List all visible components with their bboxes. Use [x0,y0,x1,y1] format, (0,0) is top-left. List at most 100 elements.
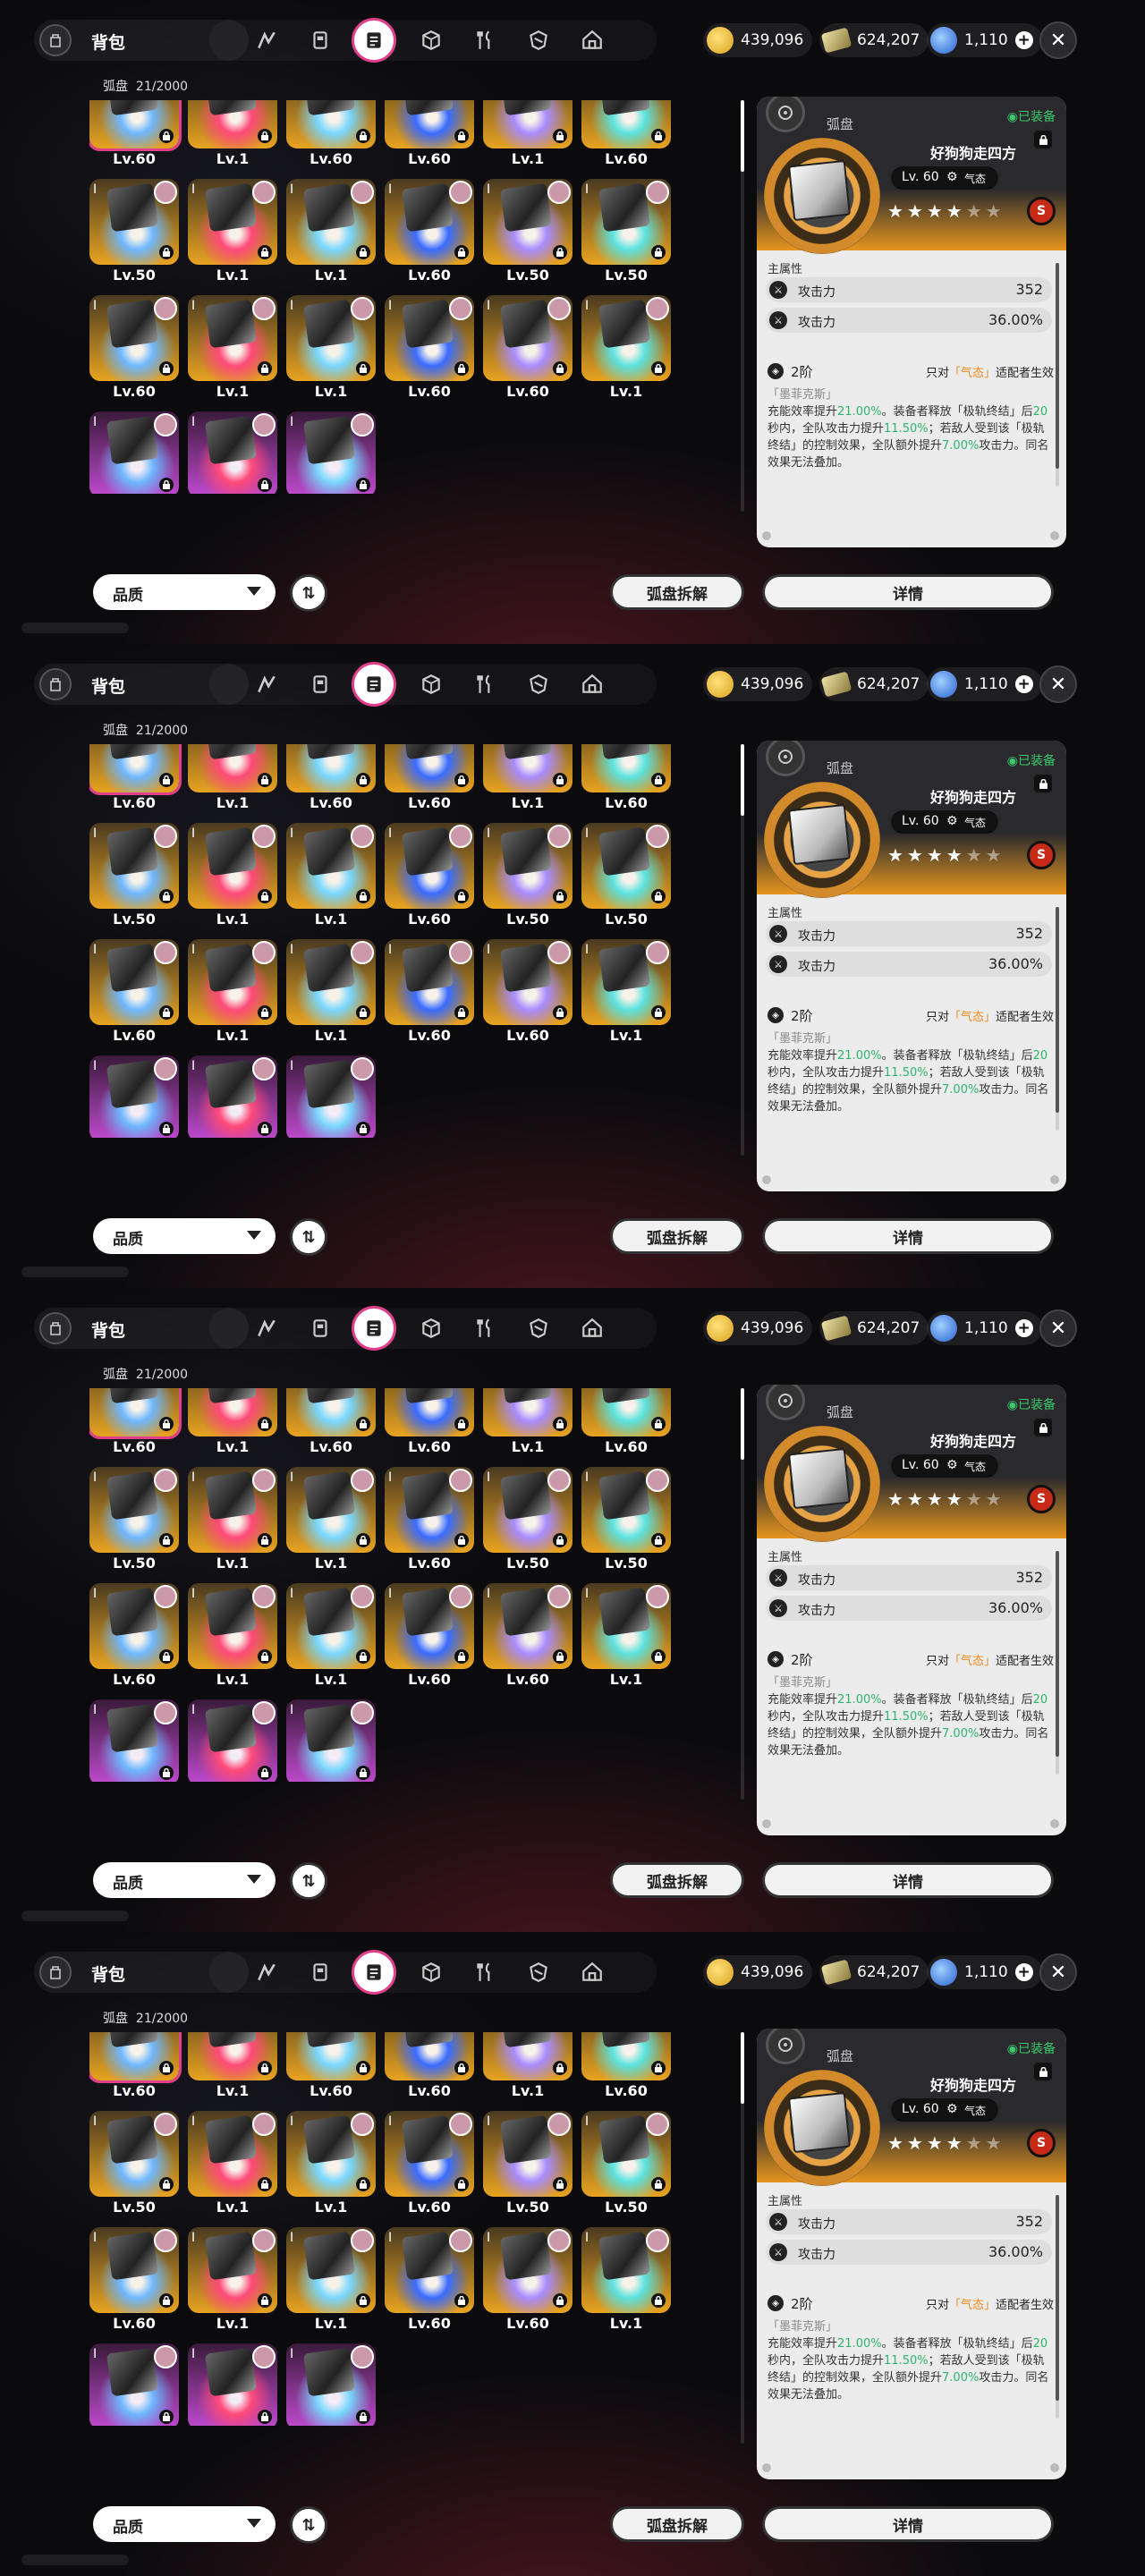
detail-scroll-thumb[interactable] [1056,907,1059,1113]
tab-material[interactable] [415,24,447,56]
tab-agent[interactable] [250,24,283,56]
detail-scroll-thumb[interactable] [1056,263,1059,469]
tab-w-engine[interactable] [304,668,336,700]
tab-drive-disc[interactable] [352,18,396,63]
detail-button[interactable]: 详情 [762,1862,1054,1898]
grid-scroll-thumb[interactable] [741,744,744,816]
detail-button[interactable]: 详情 [762,574,1054,610]
disc-slot[interactable]: Lv.60 [89,744,182,814]
disc-slot[interactable]: Lv.1 [483,1388,572,1458]
disc-slot[interactable]: Lv.1 [188,100,277,170]
disc-slot[interactable]: Lv.1 [483,2032,572,2102]
tab-agent[interactable] [250,668,283,700]
grid-scrollbar[interactable] [741,100,744,512]
disc-slot[interactable]: Ⅰ Lv.60 [89,2227,179,2334]
close-button[interactable]: ✕ [1039,1953,1077,1991]
disc-slot[interactable]: Lv.60 [286,1388,376,1458]
disc-slot[interactable]: Ⅰ Lv.60 [385,179,474,286]
add-gem-button[interactable]: + [1014,1963,1033,1981]
grid-scroll-thumb[interactable] [741,2032,744,2104]
disc-slot[interactable]: Lv.1 [483,100,572,170]
disc-slot[interactable]: Ⅰ Lv.60 [385,1583,474,1690]
disc-slot[interactable]: Ⅰ Lv.1 [286,1583,376,1690]
disc-slot[interactable]: Ⅰ Lv.1 [188,939,277,1046]
disc-slot[interactable]: Ⅰ Lv.50 [483,823,572,930]
disc-slot[interactable]: Lv.60 [286,100,376,170]
disc-slot[interactable]: ⅠLv.18 [286,1055,376,1138]
disc-slot[interactable]: Ⅰ Lv.60 [89,295,179,402]
tab-drive-disc[interactable] [352,662,396,707]
sort-button[interactable]: ⇅ [290,2506,327,2544]
disc-slot[interactable]: Ⅰ Lv.50 [483,179,572,286]
disc-slot[interactable]: Ⅰ Lv.60 [483,295,572,402]
disc-slot[interactable]: Lv.1 [188,1388,277,1458]
close-button[interactable]: ✕ [1039,21,1077,59]
tab-gift[interactable] [522,668,555,700]
sort-button[interactable]: ⇅ [290,1218,327,1256]
sort-button[interactable]: ⇅ [290,1862,327,1900]
disc-slot[interactable]: ⅠLv.40 [188,2343,277,2426]
disc-slot[interactable]: Ⅰ Lv.60 [385,823,474,930]
grid-scrollbar[interactable] [741,1388,744,1800]
disc-slot[interactable]: Ⅰ Lv.1 [581,1583,671,1690]
tab-drive-disc[interactable] [352,1306,396,1351]
detail-scrollbar[interactable] [1056,907,1059,1131]
detail-button[interactable]: 详情 [762,1218,1054,1254]
disc-slot[interactable]: Ⅰ Lv.1 [581,295,671,402]
disc-slot[interactable]: Ⅰ Lv.1 [286,2227,376,2334]
tab-drive-disc[interactable] [352,1950,396,1995]
disc-slot[interactable]: Lv.60 [385,2032,474,2102]
disc-slot[interactable]: Ⅰ Lv.1 [188,295,277,402]
disc-slot[interactable]: Ⅰ Lv.50 [581,823,671,930]
quality-filter[interactable]: 品质 [93,2506,276,2542]
grid-scrollbar[interactable] [741,744,744,1156]
disc-slot[interactable]: Ⅰ Lv.60 [385,1467,474,1574]
tab-food[interactable] [469,24,501,56]
dismantle-button[interactable]: 弧盘拆解 [610,1218,744,1254]
disc-slot[interactable]: Ⅰ Lv.1 [188,1583,277,1690]
disc-slot[interactable]: Ⅰ Lv.60 [89,1583,179,1690]
detail-scroll-thumb[interactable] [1056,1551,1059,1757]
tab-home[interactable] [576,24,608,56]
disc-slot[interactable]: Lv.60 [89,1388,182,1458]
add-gem-button[interactable]: + [1014,31,1033,49]
disc-slot[interactable]: ⅠLv.40 [188,1699,277,1782]
disc-slot[interactable]: Ⅰ Lv.1 [286,2111,376,2218]
disc-slot[interactable]: Ⅰ Lv.50 [89,823,179,930]
quality-filter[interactable]: 品质 [93,574,276,610]
disc-slot[interactable]: Ⅰ Lv.50 [581,2111,671,2218]
disc-slot[interactable]: ⅠLv.30 [89,411,179,494]
disc-slot[interactable]: Lv.1 [188,2032,277,2102]
disc-slot[interactable]: Lv.1 [483,744,572,814]
disc-slot[interactable]: ⅠLv.40 [188,1055,277,1138]
close-button[interactable]: ✕ [1039,665,1077,703]
tab-home[interactable] [576,1312,608,1344]
disc-slot[interactable]: Lv.60 [581,2032,671,2102]
tab-gift[interactable] [522,1956,555,1988]
disc-slot[interactable]: Lv.60 [581,1388,671,1458]
disc-slot[interactable]: Ⅰ Lv.50 [581,1467,671,1574]
disc-slot[interactable]: Ⅰ Lv.60 [385,2111,474,2218]
disc-slot[interactable]: Lv.60 [581,100,671,170]
dismantle-button[interactable]: 弧盘拆解 [610,574,744,610]
tab-material[interactable] [415,668,447,700]
detail-button[interactable]: 详情 [762,2506,1054,2542]
dismantle-button[interactable]: 弧盘拆解 [610,2506,744,2542]
disc-slot[interactable]: Lv.60 [89,2032,182,2102]
disc-slot[interactable]: Ⅰ Lv.1 [581,2227,671,2334]
disc-slot[interactable]: Ⅰ Lv.1 [188,2111,277,2218]
disc-slot[interactable]: Lv.60 [89,100,182,170]
detail-scrollbar[interactable] [1056,1551,1059,1775]
disc-slot[interactable]: Ⅰ Lv.60 [385,939,474,1046]
disc-slot[interactable]: Ⅰ Lv.60 [385,295,474,402]
tab-w-engine[interactable] [304,24,336,56]
tab-w-engine[interactable] [304,1956,336,1988]
disc-slot[interactable]: Lv.60 [286,744,376,814]
dismantle-button[interactable]: 弧盘拆解 [610,1862,744,1898]
detail-scrollbar[interactable] [1056,2195,1059,2419]
disc-slot[interactable]: Lv.60 [385,100,474,170]
disc-slot[interactable]: Ⅰ Lv.1 [286,939,376,1046]
tab-agent[interactable] [250,1956,283,1988]
disc-slot[interactable]: Ⅰ Lv.50 [581,179,671,286]
tab-food[interactable] [469,1312,501,1344]
